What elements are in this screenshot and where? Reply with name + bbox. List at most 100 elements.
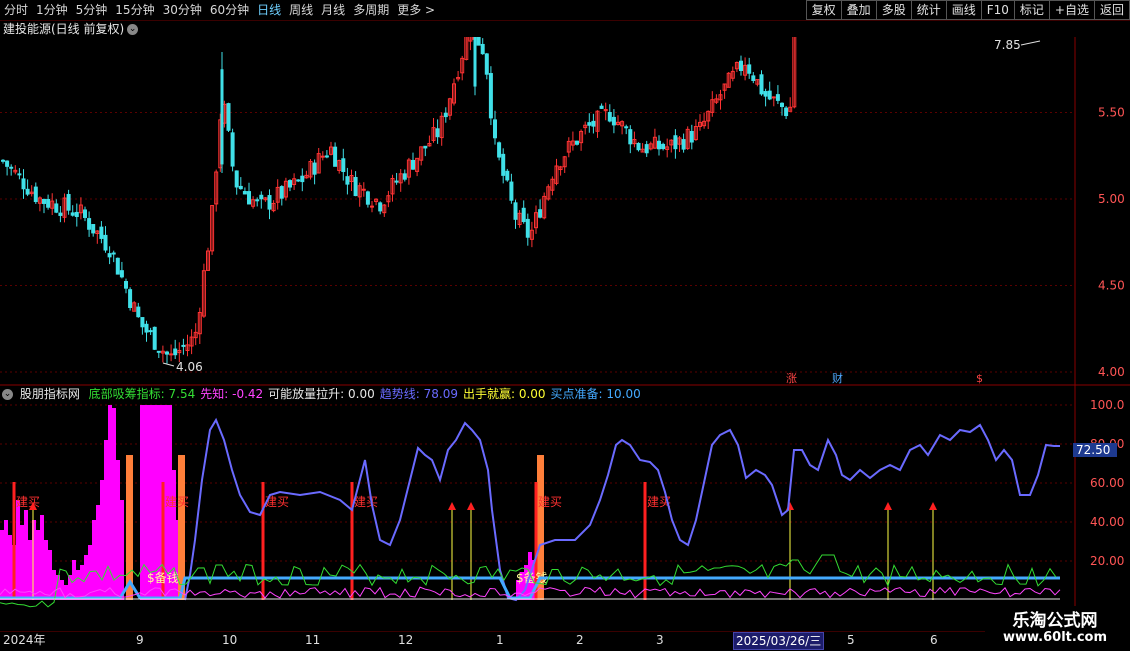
candle-body [247,191,251,205]
candle-body [587,122,592,126]
indicator-value: 趋势线: 78.09 [379,387,458,401]
accumulation-bar [96,505,100,600]
candle-body [361,188,366,191]
indicator-tick-label: 100.0 [1090,398,1124,412]
tool-button[interactable]: 叠加 [840,0,877,20]
up-arrow-icon [884,502,892,510]
right-tools: 复权 叠加 多股 统计 画线 F10 标记 +自选 返回 [805,0,1130,20]
tool-button[interactable]: 返回 [1093,0,1130,20]
candle-body [353,176,358,197]
period-tab[interactable]: 分时 [0,0,32,20]
candle-body [279,186,284,199]
period-tab[interactable]: 多周期 [349,0,393,20]
accumulation-bar [20,525,24,600]
period-tab[interactable]: 1分钟 [32,0,72,20]
candle-body [673,135,678,150]
accumulation-bar [48,550,52,600]
indicator-current-value: 72.50 [1076,443,1110,457]
candle-body [83,209,87,218]
tool-button[interactable]: 标记 [1013,0,1050,20]
main-chart[interactable]: 7.507.006.506.005.505.004.504.00100.080.… [0,37,1130,631]
accumulation-bar [16,500,20,600]
up-arrow-icon [929,502,937,510]
candle-body [513,202,518,220]
accumulation-bar [44,540,48,600]
candle-body [312,162,317,175]
period-tab[interactable]: 60分钟 [206,0,253,20]
tool-button[interactable]: 多股 [875,0,912,20]
candle-body [324,155,329,158]
candle-body [230,132,235,167]
accumulation-bar [0,530,4,600]
tool-button[interactable]: +自选 [1048,0,1095,20]
candle-body [119,270,124,278]
period-tab[interactable]: 更多 > [393,0,439,20]
candle-body [476,37,481,46]
candle-body [681,139,686,150]
period-tab[interactable]: 日线 [253,0,285,20]
candle-body [169,353,174,356]
tool-button[interactable]: 统计 [910,0,947,20]
price-tick-label: 5.00 [1098,192,1125,206]
candle-body [484,53,489,75]
accumulation-bar [80,565,84,600]
watermark-title: 乐淘公式网 [1012,611,1098,631]
watermark: 乐淘公式网 www.60lt.com [985,606,1125,650]
candle-body [173,348,178,356]
chevron-down-icon[interactable]: ⌄ [2,389,13,400]
candle-body [747,64,752,74]
candle-body [341,158,346,173]
indicator-value: 可能放量拉升: 0.00 [268,387,375,401]
candle-body [46,198,51,208]
period-tab[interactable]: 月线 [317,0,349,20]
date-cursor-label: 2025/03/26/三 [733,632,825,650]
period-tab[interactable]: 15分钟 [111,0,158,20]
candle-body [443,112,448,118]
candle-body [599,105,604,109]
tool-button[interactable]: F10 [980,0,1015,20]
candle-body [165,351,169,355]
candle-body [767,90,772,100]
stock-title-text: 建投能源(日线 前复权) [3,22,125,36]
indicator-name[interactable]: 股朋指标网 [20,387,80,401]
chevron-down-icon[interactable]: ⌄ [127,24,139,35]
stock-title[interactable]: 建投能源(日线 前复权) ⌄ [3,21,139,37]
watermark-url: www.60lt.com [1002,630,1108,645]
event-marker: 涨 [786,372,797,385]
candle-body [505,170,510,181]
candle-body [628,129,633,145]
candle-body [525,218,530,238]
candle-body [1,159,5,162]
candle-body [288,180,292,188]
candle-body [538,209,543,218]
candle-body [296,179,301,182]
candle-body [763,91,768,97]
accumulation-bar [8,535,12,600]
period-tab[interactable]: 30分钟 [159,0,206,20]
candle-body [370,205,374,208]
accumulation-bar [100,480,104,600]
price-tick-label: 5.50 [1098,106,1125,120]
candle-body [759,74,764,95]
candle-body [333,146,338,167]
top-toolbar: 分时 1分钟 5分钟 15分钟 30分钟 60分钟 日线 周线 月线 多周期 更多 > 复权 叠加 多股… [0,0,1130,21]
indicator-header: ⌄ 股朋指标网 底部吸筹指标: 7.54 先知: -0.42 可能放量拉升: 0.0… [0,386,646,402]
candle-body [70,212,75,216]
accumulation-bar [40,515,44,600]
period-tab[interactable]: 5分钟 [72,0,112,20]
period-tab[interactable]: 周线 [285,0,317,20]
tool-button[interactable]: 复权 [805,0,842,20]
price-tick-label: 4.50 [1098,279,1125,293]
candle-body [66,194,71,211]
accumulation-bar [92,520,96,600]
candle-body [300,175,305,183]
date-axis: 2025/03/26/三 2024年 9 10 11 12 1 2 3 5 6 [0,631,1075,651]
low-price-label: 4.06 [176,360,203,374]
candle-body [345,176,350,185]
candle-body [624,126,629,129]
candle-body [775,94,780,101]
candle-body [234,170,239,188]
candle-body [21,178,26,190]
candle-body [42,198,46,204]
tool-button[interactable]: 画线 [945,0,982,20]
